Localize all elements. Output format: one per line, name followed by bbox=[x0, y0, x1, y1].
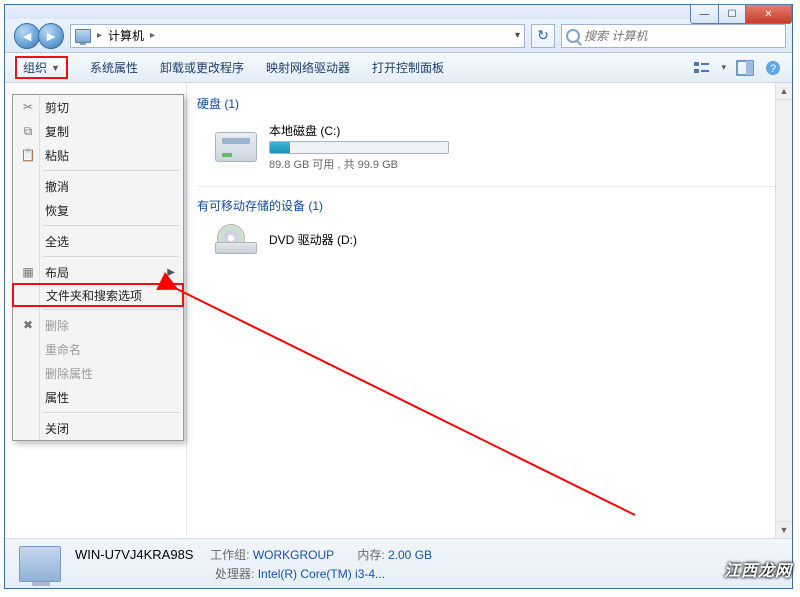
toolbar: 组织 ▼ 系统属性 卸载或更改程序 映射网络驱动器 打开控制面板 ▾ ? bbox=[5, 53, 792, 83]
forward-button[interactable]: ► bbox=[38, 23, 64, 49]
disk-usage-bar bbox=[269, 141, 449, 154]
vertical-scrollbar[interactable]: ▲ ▼ bbox=[775, 83, 792, 538]
delete-icon: ✖ bbox=[19, 318, 37, 332]
window-buttons: — ☐ ✕ bbox=[690, 4, 792, 24]
section-hard-disks[interactable]: 硬盘 (1) bbox=[197, 91, 792, 118]
computer-name: WIN-U7VJ4KRA98S bbox=[75, 547, 193, 562]
workgroup-value: WORKGROUP bbox=[253, 548, 334, 562]
preview-pane-button[interactable] bbox=[736, 60, 754, 76]
details-pane: WIN-U7VJ4KRA98S 工作组: WORKGROUP 内存: 2.00 … bbox=[5, 538, 792, 588]
computer-icon bbox=[75, 29, 91, 43]
organize-context-menu: ✂剪切 ⧉复制 📋粘贴 撤消 恢复 全选 ▦布局▶ 文件夹和搜索选项 ✖删除 重… bbox=[12, 94, 184, 441]
section-divider bbox=[197, 186, 792, 187]
search-icon bbox=[566, 29, 580, 43]
path-separator-icon: ▸ bbox=[95, 30, 104, 41]
organize-button[interactable]: 组织 ▼ bbox=[15, 56, 68, 79]
menu-separator bbox=[43, 256, 179, 257]
menu-select-all[interactable]: 全选 bbox=[13, 229, 183, 253]
breadcrumb-root[interactable]: 计算机 bbox=[108, 27, 144, 44]
search-placeholder: 搜索 计算机 bbox=[584, 27, 647, 44]
view-options-button[interactable] bbox=[693, 60, 711, 76]
details-column: WIN-U7VJ4KRA98S 工作组: WORKGROUP 内存: 2.00 … bbox=[75, 546, 432, 582]
computer-large-icon bbox=[19, 546, 61, 582]
address-dropdown[interactable]: ▾ bbox=[515, 30, 520, 41]
search-input[interactable]: 搜索 计算机 bbox=[561, 24, 786, 48]
menu-separator bbox=[43, 225, 179, 226]
back-button[interactable]: ◄ bbox=[14, 23, 40, 49]
menu-separator bbox=[43, 170, 179, 171]
dvd-drive-icon bbox=[215, 224, 257, 254]
refresh-button[interactable]: ↻ bbox=[531, 24, 555, 48]
menu-remove-props: 删除属性 bbox=[13, 361, 183, 385]
chevron-down-icon[interactable]: ▾ bbox=[721, 62, 726, 73]
submenu-arrow-icon: ▶ bbox=[167, 267, 175, 278]
system-properties-button[interactable]: 系统属性 bbox=[90, 59, 138, 76]
svg-text:?: ? bbox=[770, 63, 776, 75]
section-removable[interactable]: 有可移动存储的设备 (1) bbox=[197, 193, 792, 220]
titlebar: — ☐ ✕ bbox=[5, 5, 792, 19]
layout-icon: ▦ bbox=[19, 265, 37, 279]
maximize-button[interactable]: ☐ bbox=[719, 4, 746, 24]
organize-label: 组织 bbox=[23, 59, 47, 76]
workgroup-label: 工作组: bbox=[210, 548, 249, 562]
menu-separator bbox=[43, 412, 179, 413]
path-separator-icon[interactable]: ▸ bbox=[148, 30, 157, 41]
drive-free-text: 89.8 GB 可用 , 共 99.9 GB bbox=[269, 156, 449, 172]
scroll-down-arrow-icon[interactable]: ▼ bbox=[776, 521, 792, 538]
details-row: 处理器: Intel(R) Core(TM) i3-4... bbox=[75, 565, 432, 582]
menu-undo[interactable]: 撤消 bbox=[13, 174, 183, 198]
clipboard-icon: 📋 bbox=[19, 148, 37, 162]
menu-redo[interactable]: 恢复 bbox=[13, 198, 183, 222]
chevron-down-icon: ▼ bbox=[51, 63, 60, 73]
navbar: ◄ ► ▸ 计算机 ▸ ▾ ↻ 搜索 计算机 bbox=[5, 19, 792, 53]
menu-delete: ✖删除 bbox=[13, 313, 183, 337]
menu-folder-options[interactable]: 文件夹和搜索选项 bbox=[12, 283, 184, 307]
disk-usage-fill bbox=[270, 142, 290, 153]
drive-info: 本地磁盘 (C:) 89.8 GB 可用 , 共 99.9 GB bbox=[269, 122, 449, 172]
menu-close[interactable]: 关闭 bbox=[13, 416, 183, 440]
memory-label: 内存: bbox=[357, 548, 384, 562]
address-bar[interactable]: ▸ 计算机 ▸ ▾ bbox=[70, 24, 525, 48]
nav-arrows: ◄ ► bbox=[14, 23, 64, 49]
drive-label: DVD 驱动器 (D:) bbox=[269, 231, 357, 248]
drive-dvd[interactable]: DVD 驱动器 (D:) bbox=[197, 220, 792, 258]
menu-layout[interactable]: ▦布局▶ bbox=[13, 260, 183, 284]
menu-properties[interactable]: 属性 bbox=[13, 385, 183, 409]
scroll-up-arrow-icon[interactable]: ▲ bbox=[776, 83, 792, 100]
details-row: WIN-U7VJ4KRA98S 工作组: WORKGROUP 内存: 2.00 … bbox=[75, 546, 432, 563]
uninstall-button[interactable]: 卸载或更改程序 bbox=[160, 59, 244, 76]
scissors-icon: ✂ bbox=[19, 100, 37, 114]
cpu-value: Intel(R) Core(TM) i3-4... bbox=[258, 567, 385, 581]
memory-value: 2.00 GB bbox=[388, 548, 432, 562]
help-button[interactable]: ? bbox=[764, 60, 782, 76]
menu-rename: 重命名 bbox=[13, 337, 183, 361]
cpu-label: 处理器: bbox=[215, 567, 254, 581]
watermark: 江西龙网 bbox=[724, 557, 792, 581]
menu-cut[interactable]: ✂剪切 bbox=[13, 95, 183, 119]
menu-separator bbox=[43, 309, 179, 310]
control-panel-button[interactable]: 打开控制面板 bbox=[372, 59, 444, 76]
map-drive-button[interactable]: 映射网络驱动器 bbox=[266, 59, 350, 76]
drive-label: 本地磁盘 (C:) bbox=[269, 122, 449, 139]
close-button[interactable]: ✕ bbox=[746, 4, 792, 24]
toolbar-right: ▾ ? bbox=[693, 60, 782, 76]
minimize-button[interactable]: — bbox=[690, 4, 719, 24]
copy-icon: ⧉ bbox=[19, 124, 37, 139]
menu-paste[interactable]: 📋粘贴 bbox=[13, 143, 183, 167]
content-pane: 硬盘 (1) 本地磁盘 (C:) 89.8 GB 可用 , 共 99.9 GB … bbox=[187, 83, 792, 538]
menu-copy[interactable]: ⧉复制 bbox=[13, 119, 183, 143]
drive-c[interactable]: 本地磁盘 (C:) 89.8 GB 可用 , 共 99.9 GB bbox=[197, 118, 792, 176]
hard-disk-icon bbox=[215, 132, 257, 162]
